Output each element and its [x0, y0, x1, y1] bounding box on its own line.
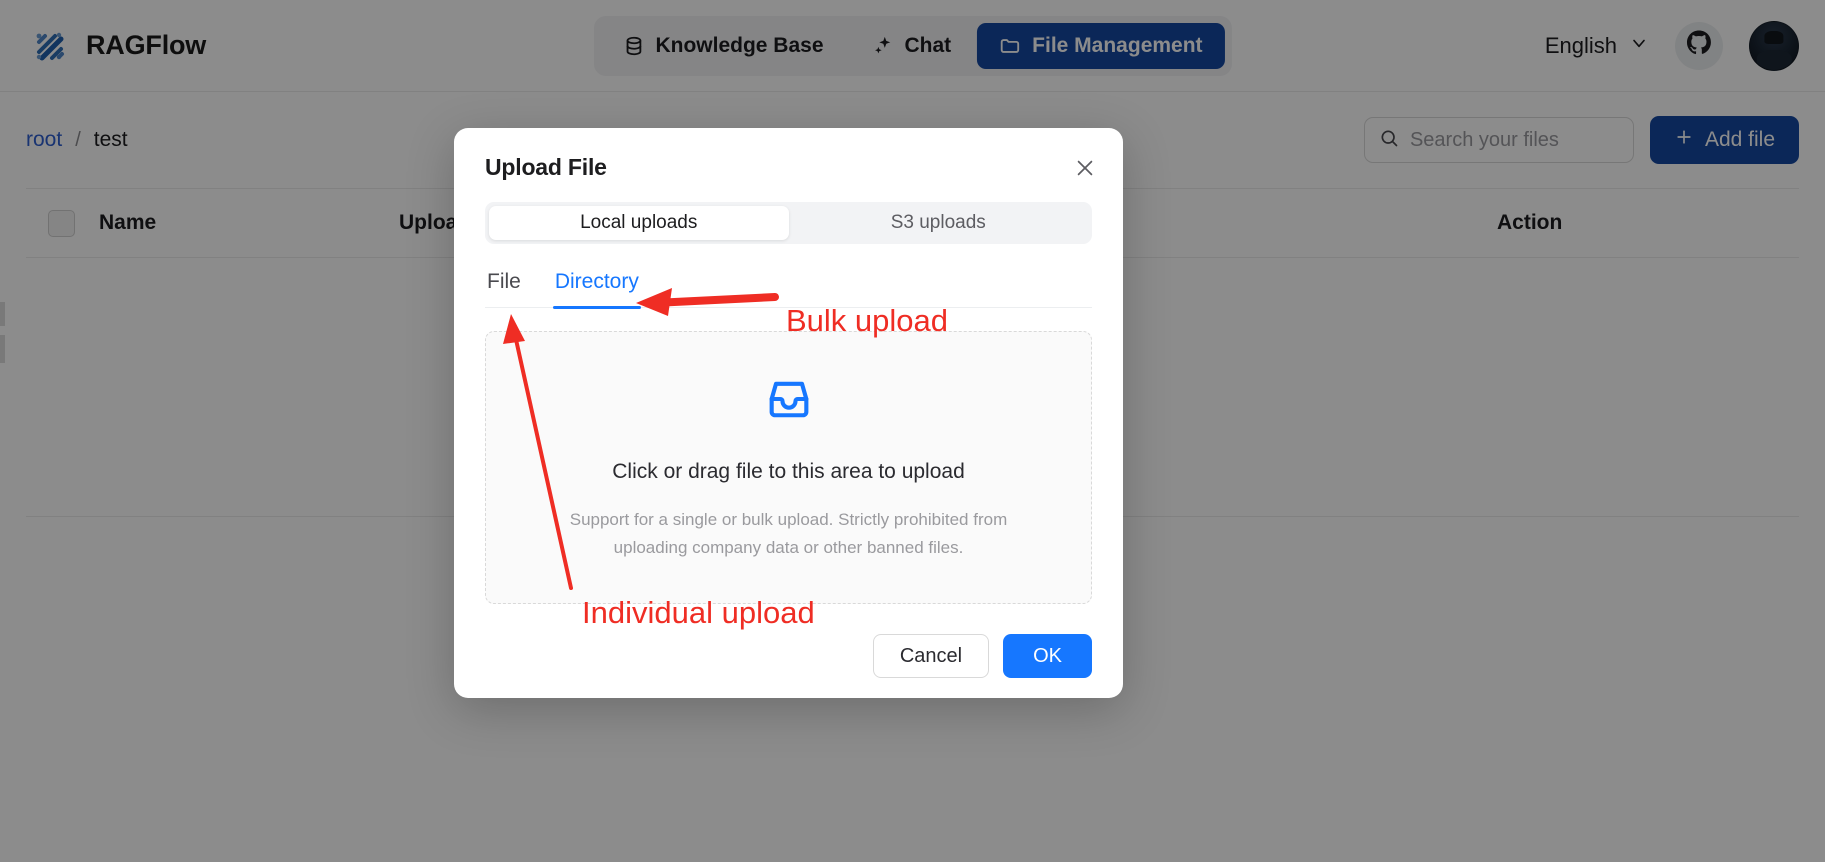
dropzone-sub-text: Support for a single or bulk upload. Str… [534, 506, 1044, 562]
upload-mode-tabs: File Directory [485, 270, 1092, 308]
close-icon[interactable] [1071, 154, 1099, 182]
segment-s3-uploads[interactable]: S3 uploads [789, 206, 1089, 240]
tab-directory[interactable]: Directory [553, 270, 641, 307]
dialog-footer: Cancel OK [873, 634, 1092, 678]
tab-file[interactable]: File [485, 270, 523, 307]
dropzone-main-text: Click or drag file to this area to uploa… [612, 460, 965, 484]
file-dropzone[interactable]: Click or drag file to this area to uploa… [485, 331, 1092, 604]
inbox-icon [763, 373, 815, 430]
segment-local-uploads[interactable]: Local uploads [489, 206, 789, 240]
app-root: RAGFlow Knowledge Base [0, 0, 1825, 862]
upload-source-segmented-control: Local uploads S3 uploads [485, 202, 1092, 244]
upload-file-dialog: Upload File Local uploads S3 uploads Fil… [454, 128, 1123, 698]
cancel-button[interactable]: Cancel [873, 634, 989, 678]
dialog-title: Upload File [485, 154, 1092, 181]
ok-button[interactable]: OK [1003, 634, 1092, 678]
